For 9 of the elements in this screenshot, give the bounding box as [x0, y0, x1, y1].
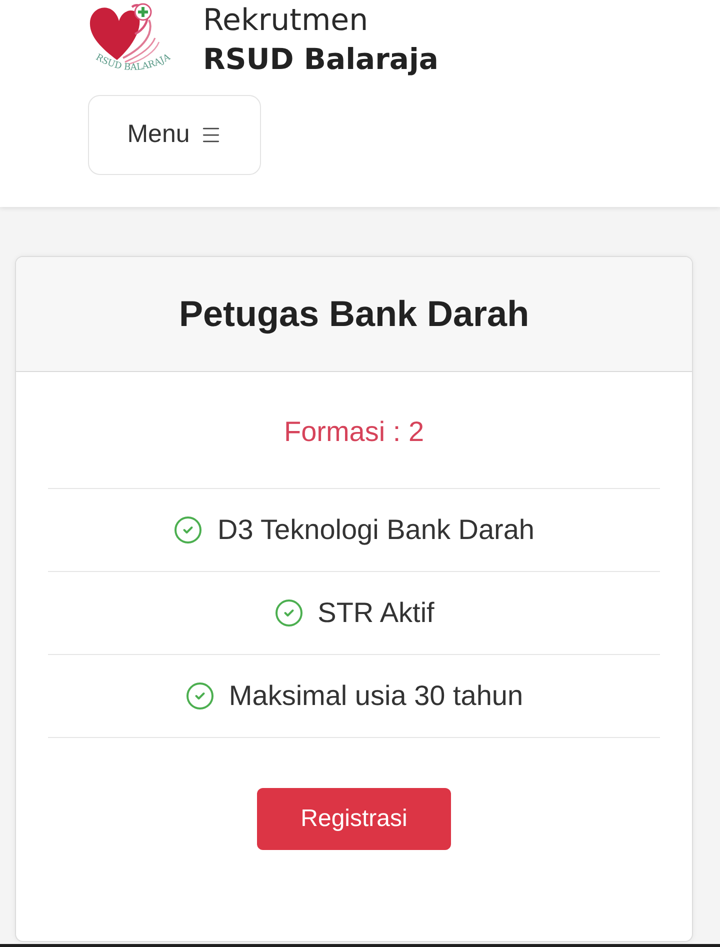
- register-button[interactable]: Registrasi: [257, 788, 451, 850]
- site-subtitle: RSUD Balaraja: [203, 41, 438, 78]
- quota-text: Formasi : 2: [284, 415, 424, 449]
- job-title: Petugas Bank Darah: [178, 292, 530, 336]
- site-title: Rekrutmen: [203, 2, 370, 40]
- requirement-text: D3 Teknologi Bank Darah: [217, 513, 534, 547]
- requirement-text: Maksimal usia 30 tahun: [228, 679, 524, 713]
- requirement-text: STR Aktif: [318, 596, 434, 630]
- menu-button[interactable]: Menu: [88, 95, 261, 175]
